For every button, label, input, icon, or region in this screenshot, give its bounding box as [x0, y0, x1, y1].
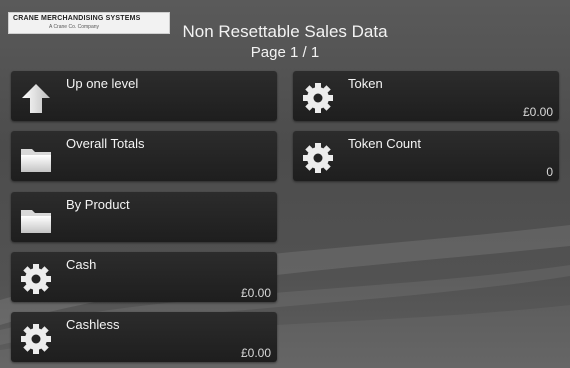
by-product-label: By Product — [66, 197, 130, 212]
cash-label: Cash — [66, 257, 97, 272]
token-value: £0.00 — [522, 105, 553, 119]
folder-icon — [21, 149, 51, 172]
logo-subtext: A Crane Co. Company — [49, 24, 100, 30]
gear-icon — [303, 143, 333, 173]
up-one-level-label: Up one level — [66, 76, 139, 91]
up-one-level-button[interactable]: Up one level — [11, 71, 277, 121]
token-count-value: 0 — [546, 165, 553, 179]
folder-icon — [21, 210, 51, 233]
token-count-label: Token Count — [348, 136, 421, 151]
cash-button[interactable]: Cash £0.00 — [11, 252, 277, 302]
gear-icon — [21, 324, 51, 354]
overall-totals-button[interactable]: Overall Totals — [11, 131, 277, 181]
logo-text: CRANE MERCHANDISING SYSTEMS — [13, 15, 141, 22]
overall-totals-label: Overall Totals — [66, 136, 145, 151]
cash-value: £0.00 — [240, 286, 271, 300]
gear-icon — [21, 264, 51, 294]
cashless-value: £0.00 — [240, 346, 271, 360]
cashless-button[interactable]: Cashless £0.00 — [11, 312, 277, 362]
cashless-label: Cashless — [66, 317, 120, 332]
page-indicator: Page 1 / 1 — [250, 44, 320, 61]
token-label: Token — [348, 76, 383, 91]
by-product-button[interactable]: By Product — [11, 192, 277, 242]
screen: CRANE MERCHANDISING SYSTEMS A Crane Co. … — [0, 0, 570, 368]
page-title: Non Resettable Sales Data — [182, 22, 388, 41]
token-button[interactable]: Token £0.00 — [293, 71, 559, 121]
up-arrow-icon — [22, 84, 50, 113]
token-count-button[interactable]: Token Count 0 — [293, 131, 559, 181]
gear-icon — [303, 83, 333, 113]
